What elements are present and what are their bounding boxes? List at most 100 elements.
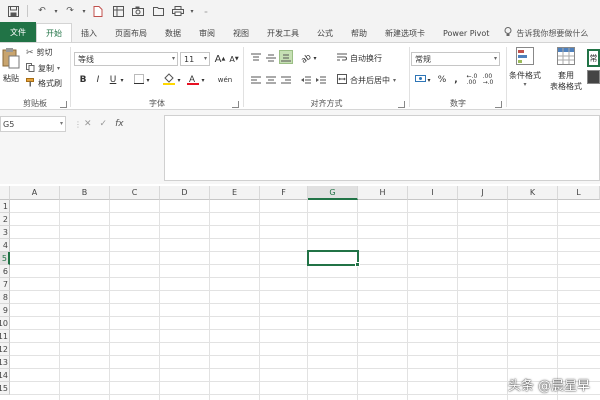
alignment-launcher-icon[interactable] — [398, 101, 405, 108]
resize-handle-icon[interactable]: ⋮ — [74, 120, 82, 129]
column-header[interactable]: E — [210, 186, 260, 200]
spreadsheet-grid[interactable]: A B C D E F G H I J K L 1 2 3 4 5 6 7 8 … — [0, 186, 600, 400]
font-color-button[interactable]: A — [186, 73, 200, 87]
customize-toolbar-icon[interactable]: ₌ — [197, 3, 215, 19]
align-bottom-button[interactable] — [279, 50, 293, 64]
tell-me-box[interactable]: 告诉我你想要做什么 — [504, 24, 588, 42]
dropdown-arrow-icon[interactable]: ▾ — [175, 73, 183, 87]
column-header[interactable]: D — [160, 186, 210, 200]
dropdown-arrow-icon[interactable]: ▾ — [144, 73, 152, 87]
dropdown-arrow-icon[interactable]: ▾ — [199, 73, 207, 87]
row-header[interactable]: 15 — [0, 382, 10, 395]
dropdown-arrow-icon[interactable]: ▾ — [425, 73, 433, 87]
tab-developer[interactable]: 开发工具 — [258, 24, 308, 42]
format-as-table-button[interactable]: 套用 表格格式 — [546, 47, 586, 92]
save-icon[interactable] — [4, 3, 22, 19]
column-header[interactable]: F — [260, 186, 308, 200]
bold-button[interactable]: B — [76, 73, 90, 87]
cell-style-swatch[interactable] — [587, 70, 600, 84]
redo-icon[interactable]: ↷ — [61, 3, 79, 19]
shrink-font-button[interactable]: A ▼ — [227, 52, 241, 66]
row-header[interactable]: 6 — [0, 265, 10, 278]
tab-data[interactable]: 数据 — [156, 24, 190, 42]
number-launcher-icon[interactable] — [495, 101, 502, 108]
wrap-text-button[interactable]: 自动换行 — [337, 52, 382, 64]
open-file-icon[interactable] — [149, 3, 167, 19]
printer-icon[interactable] — [169, 3, 187, 19]
row-header-selected[interactable]: 5 — [0, 252, 10, 265]
column-header[interactable]: B — [60, 186, 110, 200]
row-header[interactable]: 3 — [0, 226, 10, 239]
align-top-button[interactable] — [249, 51, 263, 65]
tab-insert[interactable]: 插入 — [72, 24, 106, 42]
phonetic-button[interactable]: wén — [218, 73, 232, 87]
tab-new-tab[interactable]: 新建选项卡 — [376, 24, 434, 42]
insert-function-button[interactable]: fx — [115, 119, 124, 129]
tab-home[interactable]: 开始 — [36, 23, 72, 42]
column-header[interactable]: L — [558, 186, 600, 200]
column-header[interactable]: C — [110, 186, 160, 200]
clipboard-launcher-icon[interactable] — [60, 101, 67, 108]
dropdown-arrow-icon[interactable]: ▾ — [118, 73, 126, 87]
tab-formulas[interactable]: 公式 — [308, 24, 342, 42]
cancel-icon[interactable]: ✕ — [84, 119, 92, 129]
enter-icon[interactable]: ✓ — [100, 119, 108, 129]
font-name-select[interactable]: 等线 ▾ — [74, 52, 178, 66]
name-box[interactable]: G5 ▾ — [0, 116, 66, 132]
format-painter-button[interactable]: 格式刷 — [26, 78, 62, 89]
decrease-decimal-button[interactable]: .00 →.0 — [481, 73, 495, 87]
dropdown-arrow-icon[interactable]: ▾ — [53, 3, 59, 19]
row-header[interactable]: 4 — [0, 239, 10, 252]
conditional-formatting-button[interactable]: 条件格式 ▾ — [508, 47, 542, 88]
percent-button[interactable]: % — [435, 73, 449, 87]
tab-view[interactable]: 视图 — [224, 24, 258, 42]
paste-button[interactable]: 粘贴 — [0, 47, 22, 84]
dropdown-arrow-icon[interactable]: ▾ — [189, 3, 195, 19]
font-launcher-icon[interactable] — [232, 101, 239, 108]
number-format-select[interactable]: 常规 ▾ — [411, 52, 500, 66]
align-left-button[interactable] — [249, 73, 263, 87]
tab-review[interactable]: 审阅 — [190, 24, 224, 42]
align-right-button[interactable] — [279, 73, 293, 87]
cell-style-preview[interactable]: 常 — [587, 49, 600, 67]
select-all-corner[interactable] — [0, 186, 10, 200]
comma-style-button[interactable]: , — [449, 73, 463, 87]
dropdown-arrow-icon[interactable]: ▾ — [311, 51, 319, 65]
row-header[interactable]: 7 — [0, 278, 10, 291]
row-header[interactable]: 8 — [0, 291, 10, 304]
italic-button[interactable]: I — [91, 73, 105, 87]
grow-font-button[interactable]: A ▲ — [213, 52, 227, 66]
selected-cell[interactable] — [307, 250, 360, 267]
increase-decimal-button[interactable]: ←.0.00 — [465, 73, 479, 87]
camera-icon[interactable] — [129, 3, 147, 19]
row-header[interactable]: 9 — [0, 304, 10, 317]
column-header-selected[interactable]: G — [308, 186, 358, 200]
row-header[interactable]: 1 — [0, 200, 10, 213]
font-size-select[interactable]: 11 ▾ — [180, 52, 210, 66]
align-center-button[interactable] — [264, 73, 278, 87]
row-header[interactable]: 14 — [0, 369, 10, 382]
tab-power-pivot[interactable]: Power Pivot — [434, 24, 498, 42]
print-preview-icon[interactable] — [109, 3, 127, 19]
tab-page-layout[interactable]: 页面布局 — [106, 24, 156, 42]
fill-handle[interactable] — [355, 262, 360, 267]
column-header[interactable]: I — [408, 186, 458, 200]
decrease-indent-button[interactable] — [299, 73, 313, 87]
formula-input[interactable] — [164, 115, 600, 181]
tab-help[interactable]: 帮助 — [342, 24, 376, 42]
tab-file[interactable]: 文件 — [0, 22, 36, 42]
copy-button[interactable]: 复制 ▾ — [26, 63, 60, 74]
column-header[interactable]: A — [10, 186, 60, 200]
increase-indent-button[interactable] — [314, 73, 328, 87]
column-header[interactable]: H — [358, 186, 408, 200]
cut-button[interactable]: ✂ 剪切 — [26, 47, 53, 58]
merge-center-button[interactable]: 合并后居中 ▾ — [337, 74, 396, 86]
row-header[interactable]: 13 — [0, 356, 10, 369]
row-header[interactable]: 11 — [0, 330, 10, 343]
row-header[interactable]: 10 — [0, 317, 10, 330]
row-header[interactable]: 12 — [0, 343, 10, 356]
dropdown-arrow-icon[interactable]: ▾ — [81, 3, 87, 19]
row-header[interactable]: 2 — [0, 213, 10, 226]
align-middle-button[interactable] — [264, 51, 278, 65]
column-header[interactable]: K — [508, 186, 558, 200]
